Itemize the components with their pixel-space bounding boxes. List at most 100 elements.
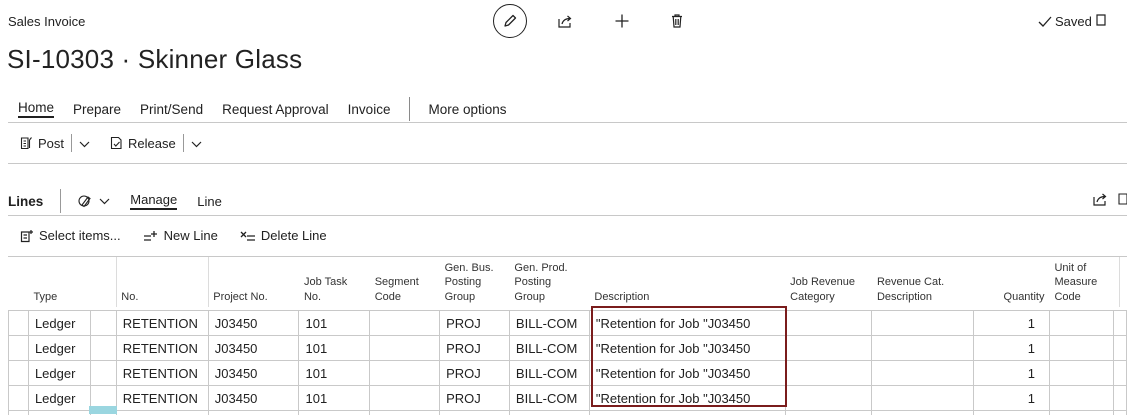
col-no[interactable]: No. [116, 257, 208, 311]
cell-unit-of-measure-code[interactable] [1049, 361, 1113, 386]
share-button[interactable] [554, 10, 576, 32]
cell-description[interactable]: "Retention for Job "J03450 [589, 386, 785, 411]
cell-no[interactable]: RETENTION [116, 361, 208, 386]
col-revenue-cat-description[interactable]: Revenue Cat.Description [872, 257, 974, 311]
release-button[interactable]: Release [110, 136, 176, 151]
cell-type[interactable]: Ledger [28, 311, 90, 336]
row-gutter-cell[interactable] [9, 386, 29, 411]
cell-revenue-cat-description[interactable] [872, 386, 974, 411]
tab-manage[interactable]: Manage [130, 192, 177, 210]
post-button[interactable]: Post [20, 136, 64, 151]
cell-job-task-no[interactable]: 101 [299, 336, 370, 361]
row-gutter-cell[interactable] [9, 361, 29, 386]
cell-gen-bus-posting-group[interactable]: PROJ [440, 336, 510, 361]
tab-print-send[interactable]: Print/Send [140, 102, 203, 117]
plus-icon [614, 13, 630, 29]
cell-gen-prod-posting-group[interactable]: BILL-COM [509, 311, 589, 336]
table-row[interactable]: Ledger RETENTIONJ03450101 PROJBILL-COM"Ret… [9, 386, 1127, 411]
tab-line[interactable]: Line [197, 194, 222, 209]
new-button[interactable] [611, 10, 633, 32]
cell-gen-bus-posting-group[interactable]: PROJ [440, 311, 510, 336]
cell-revenue-cat-description[interactable] [872, 311, 974, 336]
cell-project-no[interactable]: J03450 [208, 336, 299, 361]
more-options-button[interactable]: More options [428, 102, 506, 117]
cell-no[interactable]: RETENTION [116, 311, 208, 336]
tab-request-approval[interactable]: Request Approval [222, 102, 329, 117]
col-gen-prod-posting-group[interactable]: Gen. Prod.PostingGroup [509, 257, 589, 311]
cell-segment-code[interactable] [370, 336, 440, 361]
row-gutter-cell[interactable] [90, 361, 116, 386]
row-gutter-cell[interactable] [1113, 361, 1126, 386]
collapse-button[interactable] [1095, 12, 1109, 33]
cell-gen-prod-posting-group[interactable]: BILL-COM [509, 361, 589, 386]
row-gutter-cell[interactable] [90, 311, 116, 336]
cell-job-task-no[interactable]: 101 [299, 361, 370, 386]
cell-job-revenue-category[interactable] [785, 361, 872, 386]
cell-job-task-no[interactable]: 101 [299, 386, 370, 411]
tab-home[interactable]: Home [18, 100, 54, 118]
col-gen-bus-posting-group[interactable]: Gen. Bus.PostingGroup [440, 257, 510, 311]
table-row[interactable]: Ledger RETENTIONJ03450101 PROJBILL-COM"Ret… [9, 311, 1127, 336]
row-gutter-cell[interactable] [1113, 336, 1126, 361]
cell-type[interactable]: Ledger [28, 336, 90, 361]
cell-unit-of-measure-code[interactable] [1049, 311, 1113, 336]
cell-no[interactable]: RETENTION [116, 336, 208, 361]
cell-revenue-cat-description[interactable] [872, 361, 974, 386]
cell-unit-of-measure-code[interactable] [1049, 336, 1113, 361]
cell-project-no[interactable]: J03450 [208, 361, 299, 386]
lines-expand-button[interactable] [1118, 192, 1127, 211]
col-unit-of-measure-code[interactable]: Unit ofMeasureCode [1049, 257, 1113, 311]
cell-segment-code[interactable] [370, 311, 440, 336]
post-menu-button[interactable] [79, 136, 90, 151]
cell-segment-code[interactable] [370, 361, 440, 386]
col-project-no[interactable]: Project No. [208, 257, 299, 311]
cell-quantity[interactable]: 1 [974, 386, 1050, 411]
new-line-button[interactable]: New Line [143, 228, 218, 243]
cell-project-no[interactable]: J03450 [208, 386, 299, 411]
cell-job-revenue-category[interactable] [785, 386, 872, 411]
select-items-button[interactable]: Select items... [20, 228, 121, 243]
cell-type[interactable]: Ledger [28, 386, 90, 411]
cell-description[interactable]: "Retention for Job "J03450 [589, 336, 785, 361]
cell-description[interactable]: "Retention for Job "J03450 [589, 311, 785, 336]
edit-button[interactable] [493, 4, 527, 38]
cell-project-no[interactable]: J03450 [208, 311, 299, 336]
row-gutter-cell[interactable] [9, 336, 29, 361]
col-job-task-no[interactable]: Job TaskNo. [299, 257, 370, 311]
cell-description[interactable]: "Retention for Job "J03450 [589, 361, 785, 386]
delete-line-button[interactable]: Delete Line [240, 228, 327, 243]
cell-gen-prod-posting-group[interactable]: BILL-COM [509, 336, 589, 361]
tab-invoice[interactable]: Invoice [348, 102, 391, 117]
cell-gen-bus-posting-group[interactable]: PROJ [440, 361, 510, 386]
cell-revenue-cat-description[interactable] [872, 336, 974, 361]
lines-share-button[interactable] [1089, 188, 1111, 210]
cell-no[interactable]: RETENTION [116, 386, 208, 411]
table-row[interactable]: Ledger RETENTIONJ03450101 PROJBILL-COM"Ret… [9, 336, 1127, 361]
cell-job-task-no[interactable]: 101 [299, 311, 370, 336]
col-job-revenue-category[interactable]: Job RevenueCategory [785, 257, 872, 311]
row-gutter-cell[interactable] [9, 311, 29, 336]
personalize-button[interactable] [78, 194, 110, 208]
cell-gen-prod-posting-group[interactable]: BILL-COM [509, 386, 589, 411]
delete-button[interactable] [666, 10, 688, 32]
release-menu-button[interactable] [191, 136, 202, 151]
row-gutter-cell[interactable] [1113, 311, 1126, 336]
cell-quantity[interactable]: 1 [974, 311, 1050, 336]
cell-type[interactable]: Ledger [28, 361, 90, 386]
cell-job-revenue-category[interactable] [785, 311, 872, 336]
col-quantity[interactable]: Quantity [974, 257, 1050, 311]
cell-segment-code[interactable] [370, 386, 440, 411]
col-type[interactable]: Type [28, 257, 90, 311]
row-gutter-cell[interactable] [1113, 386, 1126, 411]
cell-gen-bus-posting-group[interactable]: PROJ [440, 386, 510, 411]
cell-quantity[interactable]: 1 [974, 361, 1050, 386]
col-description[interactable]: Description [589, 257, 785, 311]
table-row[interactable]: Ledger RETENTIONJ03450101 PROJBILL-COM"Ret… [9, 361, 1127, 386]
chevron-down-icon [79, 140, 90, 148]
cell-quantity[interactable]: 1 [974, 336, 1050, 361]
cell-job-revenue-category[interactable] [785, 336, 872, 361]
row-gutter-cell[interactable] [90, 336, 116, 361]
tab-prepare[interactable]: Prepare [73, 102, 121, 117]
col-segment-code[interactable]: SegmentCode [370, 257, 440, 311]
cell-unit-of-measure-code[interactable] [1049, 386, 1113, 411]
